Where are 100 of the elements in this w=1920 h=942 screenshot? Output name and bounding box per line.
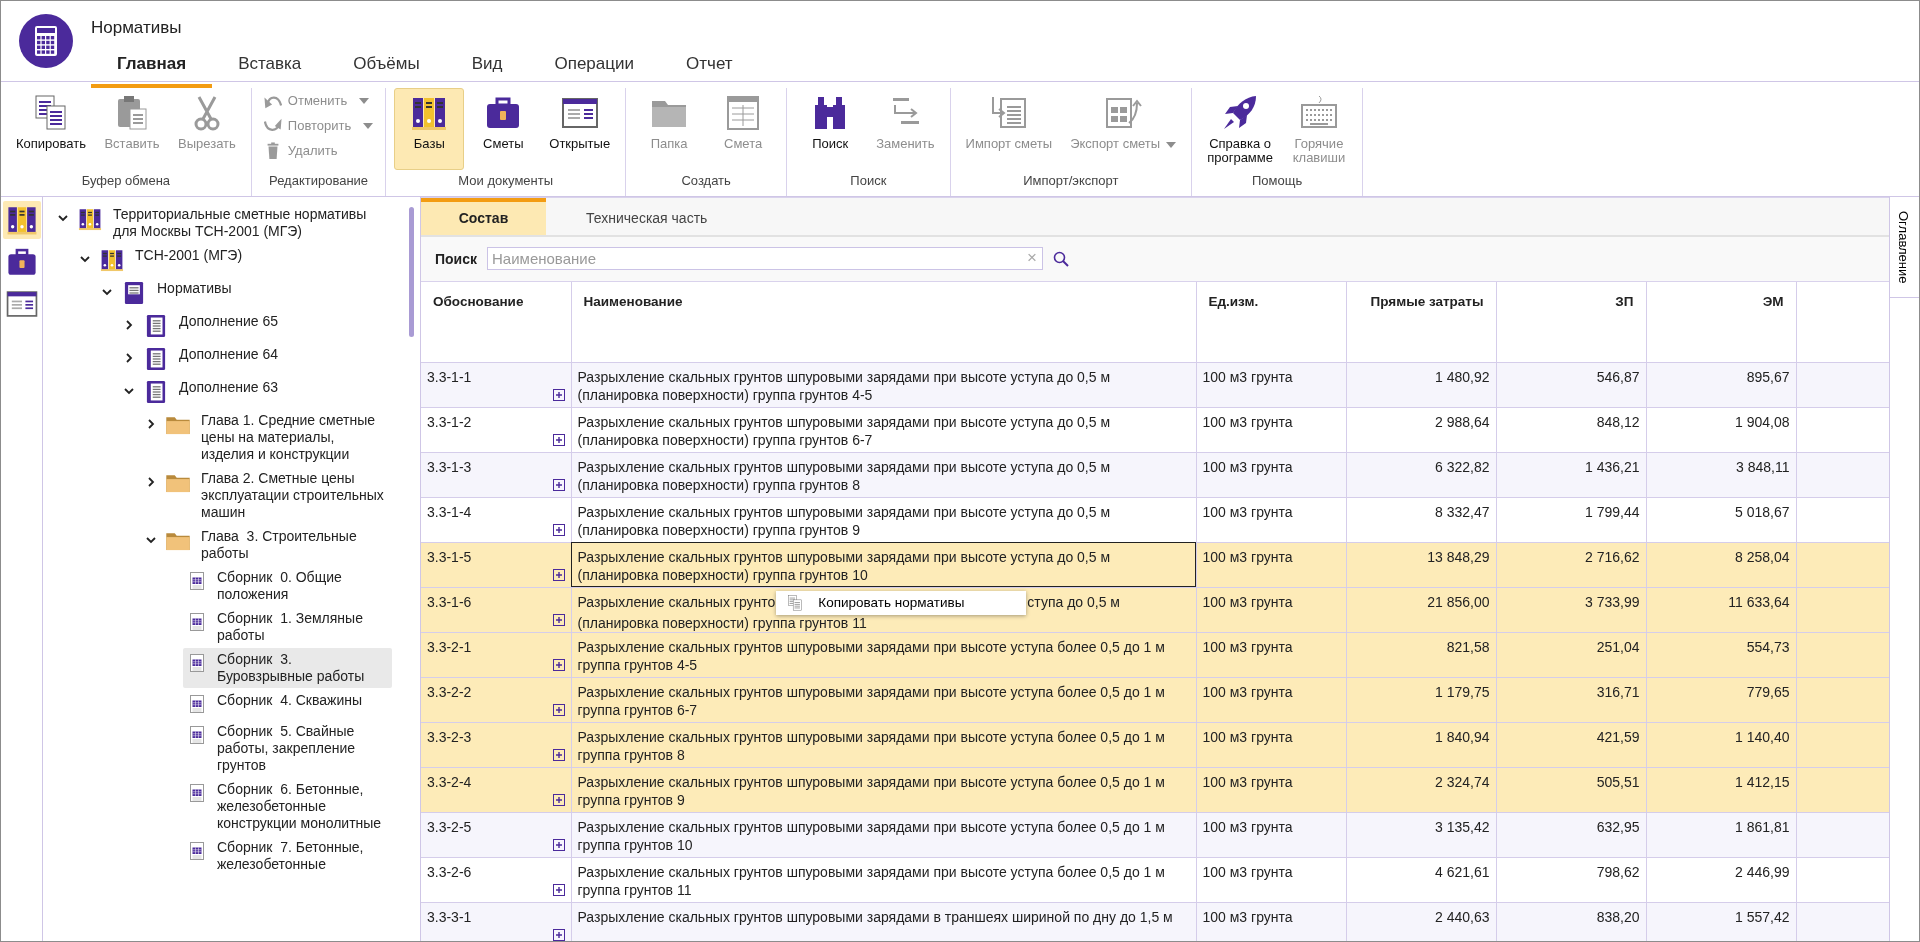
- expand-icon[interactable]: [552, 523, 565, 536]
- ribbon-tab[interactable]: Главная: [91, 44, 213, 88]
- tree-item[interactable]: Сборник 3. Буровзрывные работы: [183, 648, 392, 688]
- content-tab[interactable]: Техническая часть: [546, 198, 748, 235]
- table-cell: 100 м3 грунта: [1196, 407, 1346, 452]
- chevron-icon[interactable]: [123, 385, 135, 397]
- table-row[interactable]: 3.3-1-5 Разрыхление скальных грунтов шпуровыми зарядами при высоте уступа до 0,5 м (планировка поверхности) группа грунтов 10 100 м3 грунта 13 848,29 2 716,62 8 258,04: [421, 542, 1889, 587]
- column-header[interactable]: Обоснование: [421, 282, 571, 362]
- table-cell: ступа до 0,5 м: [1027, 592, 1120, 611]
- scrollbar-thumb[interactable]: [409, 207, 414, 337]
- table-cell: Разрыхление скальных грунтов шпуровыми зарядами при высоте уступа более 0,5 до 1 м группа грунтов 6-7: [571, 677, 1196, 722]
- help-button[interactable]: Справка о программе: [1200, 88, 1280, 170]
- content-tab[interactable]: Состав: [421, 198, 546, 235]
- tree-item[interactable]: Сборник 1. Земляные работы: [183, 607, 392, 647]
- tree-item[interactable]: Дополнение 64: [139, 343, 392, 375]
- chevron-icon[interactable]: [123, 319, 135, 331]
- tree-item[interactable]: Глава 2. Сметные цены эксплуатации строительных машин: [161, 467, 392, 524]
- group-label: Буфер обмена: [80, 171, 172, 190]
- tree-item[interactable]: Дополнение 63: [139, 376, 392, 408]
- table-cell: 3 733,99: [1496, 587, 1646, 632]
- chevron-icon[interactable]: [101, 286, 113, 298]
- tree-item[interactable]: Сборник 7. Бетонные, железобетонные: [183, 836, 392, 876]
- chevron-icon[interactable]: [123, 352, 135, 364]
- search-label: Поиск: [435, 249, 477, 269]
- group-label: Поиск: [849, 171, 888, 190]
- expand-icon[interactable]: [552, 433, 565, 446]
- expand-icon[interactable]: [552, 883, 565, 896]
- column-header[interactable]: Ед.изм.: [1196, 282, 1346, 362]
- group-label: Редактирование: [268, 171, 370, 190]
- table-cell: (планировка поверхности) группа грунтов 11: [577, 614, 867, 631]
- chevron-icon[interactable]: [145, 476, 157, 488]
- table-row[interactable]: 3.3-1-2 Разрыхление скальных грунтов шпуровыми зарядами при высоте уступа до 0,5 м (планировка поверхности) группа грунтов 6-7 100 м3 грунта 2 988,64 848,12 1 904,08: [421, 407, 1889, 452]
- ribbon-tab[interactable]: Объёмы: [327, 44, 446, 88]
- column-header[interactable]: ЗП: [1496, 282, 1646, 362]
- sidebar-button[interactable]: [2, 201, 41, 239]
- tree-item[interactable]: ТСН-2001 (МГЭ): [95, 244, 392, 276]
- column-header[interactable]: Наименование: [571, 282, 1196, 362]
- chevron-icon[interactable]: [145, 534, 157, 546]
- table-row[interactable]: 3.3-1-4 Разрыхление скальных грунтов шпуровыми зарядами при высоте уступа до 0,5 м (планировка поверхности) группа грунтов 9 100 м3 грунта 8 332,47 1 799,44 5 018,67: [421, 497, 1889, 542]
- tree-item[interactable]: Глава 1. Средние сметные цены на материалы, изделия и конструкции: [161, 409, 392, 466]
- tree-item[interactable]: Дополнение 65: [139, 310, 392, 342]
- row-code: 3.3-2-6: [427, 863, 472, 880]
- chevron-icon[interactable]: [145, 418, 157, 430]
- tree-item[interactable]: Сборник 0. Общие положения: [183, 566, 392, 606]
- tree-item[interactable]: Территориальные сметные нормативы для Москвы ТСН-2001 (МГЭ): [73, 203, 392, 243]
- column-header[interactable]: Прямые затраты: [1346, 282, 1496, 362]
- tree-item[interactable]: Сборник 4. Скважины: [183, 689, 392, 719]
- table-cell: 838,20: [1496, 902, 1646, 941]
- table-row[interactable]: 3.3-2-6 Разрыхление скальных грунтов шпуровыми зарядами при высоте уступа более 0,5 до 1 м группа грунтов 11 100 м3 грунта 4 621,61 798,62 2 446,99: [421, 857, 1889, 902]
- search-button[interactable]: Поиск: [795, 88, 866, 170]
- expand-icon[interactable]: [552, 613, 565, 626]
- expand-icon[interactable]: [552, 388, 565, 401]
- ribbon-tab[interactable]: Отчет: [660, 44, 759, 88]
- table-cell: Разрыхление скальных грунтов шпуровыми зарядами при высоте уступа более 0,5 до 1 м группа грунтов 8: [571, 722, 1196, 767]
- table-row[interactable]: 3.3-2-1 Разрыхление скальных грунтов шпуровыми зарядами при высоте уступа более 0,5 до 1 м группа грунтов 4-5 100 м3 грунта 821,58 251,04 554,73: [421, 632, 1889, 677]
- tree-item[interactable]: Нормативы: [117, 277, 392, 309]
- expand-icon[interactable]: [552, 703, 565, 716]
- copy-button[interactable]: Копировать: [9, 88, 93, 170]
- expand-icon[interactable]: [552, 928, 565, 941]
- expand-icon[interactable]: [552, 838, 565, 851]
- column-header[interactable]: ЭМ: [1646, 282, 1796, 362]
- table-row[interactable]: 3.3-2-4 Разрыхление скальных грунтов шпуровыми зарядами при высоте уступа более 0,5 до 1 м группа грунтов 9 100 м3 грунта 2 324,74 505,51 1 412,15: [421, 767, 1889, 812]
- menu-item[interactable]: Копировать нормативы: [776, 591, 1027, 614]
- table-row[interactable]: 3.3-3-1 Разрыхление скальных грунтов шпуровыми зарядами в траншеях шириной по дну до 1,5 м 100 м3 грунта 2 440,63 838,20 1 557,42: [421, 902, 1889, 941]
- table-row[interactable]: 3.3-1-1 Разрыхление скальных грунтов шпуровыми зарядами при высоте уступа до 0,5 м (планировка поверхности) группа грунтов 4-5 100 м3 грунта 1 480,92 546,87 895,67: [421, 362, 1889, 407]
- expand-icon[interactable]: [552, 478, 565, 491]
- table-row[interactable]: 3.3-1-3 Разрыхление скальных грунтов шпуровыми зарядами при высоте уступа до 0,5 м (планировка поверхности) группа грунтов 8 100 м3 грунта 6 322,82 1 436,21 3 848,11: [421, 452, 1889, 497]
- table-icon: [187, 692, 207, 716]
- table-cell: 100 м3 грунта: [1196, 812, 1346, 857]
- bases-button[interactable]: Базы: [394, 88, 465, 170]
- table-row[interactable]: 3.3-2-3 Разрыхление скальных грунтов шпуровыми зарядами при высоте уступа более 0,5 до 1 м группа грунтов 8 100 м3 грунта 1 840,94 421,59 1 140,40: [421, 722, 1889, 767]
- expand-icon[interactable]: [552, 748, 565, 761]
- open-button[interactable]: Открытые: [542, 88, 618, 170]
- table-cell: 1 140,40: [1646, 722, 1796, 767]
- ribbon-tab[interactable]: Вид: [445, 44, 529, 88]
- chevron-icon[interactable]: [57, 212, 69, 224]
- ribbon-tab[interactable]: Вставка: [212, 44, 328, 88]
- estimates-button[interactable]: Сметы: [468, 88, 539, 170]
- row-code: 3.3-2-2: [427, 683, 472, 700]
- table-row[interactable]: 3.3-2-2 Разрыхление скальных грунтов шпуровыми зарядами при высоте уступа более 0,5 до 1 м группа грунтов 6-7 100 м3 грунта 1 179,75 316,71 779,65: [421, 677, 1889, 722]
- chevron-icon[interactable]: [79, 253, 91, 265]
- table-cell: 100 м3 грунта: [1196, 857, 1346, 902]
- table-row[interactable]: 3.3-2-5 Разрыхление скальных грунтов шпуровыми зарядами при высоте уступа более 0,5 до 1 м группа грунтов 10 100 м3 грунта 3 135,42 632,95 1 861,81: [421, 812, 1889, 857]
- expand-icon[interactable]: [552, 658, 565, 671]
- tree-item[interactable]: Сборник 5. Свайные работы, закрепление грунтов: [183, 720, 392, 777]
- table-cell: 2 440,63: [1346, 902, 1496, 941]
- search-icon[interactable]: [1053, 251, 1069, 267]
- table-icon: [187, 839, 207, 863]
- tree-item[interactable]: Сборник 6. Бетонные, железобетонные конструкции монолитные: [183, 778, 392, 835]
- ribbon-tab[interactable]: Операции: [528, 44, 660, 88]
- expand-icon[interactable]: [552, 793, 565, 806]
- expand-icon[interactable]: [552, 568, 565, 581]
- table-cell: 1 412,15: [1646, 767, 1796, 812]
- copy-icon: [786, 593, 805, 612]
- table-cell: 100 м3 грунта: [1196, 677, 1346, 722]
- table-cell: 11 633,64: [1646, 587, 1796, 632]
- app-logo-icon: [18, 13, 74, 69]
- tree-item[interactable]: Глава 3. Строительные работы: [161, 525, 392, 565]
- table-cell: 100 м3 грунта: [1196, 497, 1346, 542]
- group-label: Помощь: [1250, 171, 1304, 190]
